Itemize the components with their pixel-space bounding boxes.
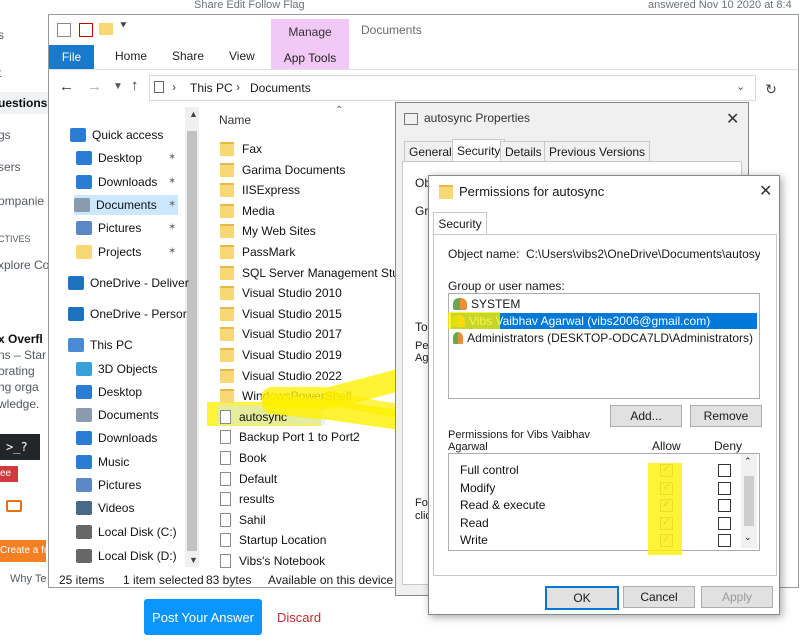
properties-file-icon — [404, 113, 418, 125]
group-label: Group or user names: — [448, 279, 565, 293]
permission-label: Read — [460, 515, 489, 530]
deny-header: Deny — [714, 439, 743, 453]
scroll-down-icon[interactable]: ⌄ — [744, 532, 752, 543]
deny-checkbox[interactable] — [718, 499, 731, 512]
permission-label: Full control — [460, 463, 519, 477]
remove-button[interactable]: Remove — [690, 405, 762, 427]
user-label: Administrators (DESKTOP-ODCA7LD\Administ… — [467, 331, 753, 345]
permissions-dialog: Permissions for autosync ✕ Security Obje… — [428, 175, 780, 615]
allow-header: Allow — [652, 439, 681, 453]
permission-label: Write — [460, 533, 488, 547]
tab-general[interactable]: General — [404, 141, 457, 163]
tab-security[interactable]: Security — [452, 139, 506, 162]
highlight-allow-column — [648, 463, 682, 555]
deny-checkbox[interactable] — [718, 464, 731, 477]
user-row-administrators[interactable]: Administrators (DESKTOP-ODCA7LD\Administ… — [453, 330, 753, 346]
fragment: Pe — [415, 340, 429, 352]
highlight-user — [448, 312, 500, 329]
fragment: Ag — [415, 352, 429, 364]
permission-scrollbar[interactable]: ⌃ ⌄ — [741, 454, 757, 548]
scroll-up-icon[interactable]: ⌃ — [744, 456, 752, 467]
permissions-folder-icon — [439, 185, 453, 199]
deny-checkbox[interactable] — [718, 534, 731, 547]
permission-scrollbar-thumb[interactable] — [744, 476, 754, 526]
fragment: To — [415, 320, 428, 334]
close-icon[interactable]: ✕ — [726, 109, 739, 129]
user-icon — [453, 298, 467, 310]
close-icon[interactable]: ✕ — [759, 181, 772, 201]
add-button[interactable]: Add... — [610, 405, 682, 427]
object-path: C:\Users\vibs2\OneDrive\Documents\autosy… — [526, 247, 760, 261]
permission-label: Modify — [460, 480, 496, 495]
permissions-for-label: Permissions for Vibs Vaibhav — [448, 429, 591, 441]
deny-checkbox[interactable] — [718, 516, 731, 530]
object-name-label: Object name: — [448, 247, 520, 261]
user-icon — [453, 332, 464, 344]
permissions-for-label-2: Agarwal — [448, 441, 488, 453]
tab-security[interactable]: Security — [433, 212, 487, 235]
properties-title: autosync Properties — [424, 111, 531, 125]
user-list[interactable]: SYSTEM Vibs Vaibhav Agarwal (vibs2006@gm… — [448, 293, 760, 399]
user-label: Vibs Vaibhav Agarwal (vibs2006@gmail.com… — [469, 314, 711, 328]
deny-checkbox[interactable] — [718, 481, 731, 495]
tab-details[interactable]: Details — [500, 141, 547, 163]
tab-previous-versions[interactable]: Previous Versions — [544, 141, 651, 163]
permissions-title: Permissions for autosync — [459, 184, 605, 199]
security-panel: Object name: C:\Users\vibs2\OneDrive\Doc… — [433, 234, 777, 576]
permission-label: Read & execute — [460, 498, 546, 512]
apply-button[interactable]: Apply — [701, 586, 773, 608]
cancel-button[interactable]: Cancel — [623, 586, 695, 608]
fragment: Fo — [415, 497, 428, 509]
user-label: SYSTEM — [471, 297, 521, 311]
user-row-system[interactable]: SYSTEM — [453, 296, 753, 312]
ok-button[interactable]: OK — [545, 586, 619, 610]
